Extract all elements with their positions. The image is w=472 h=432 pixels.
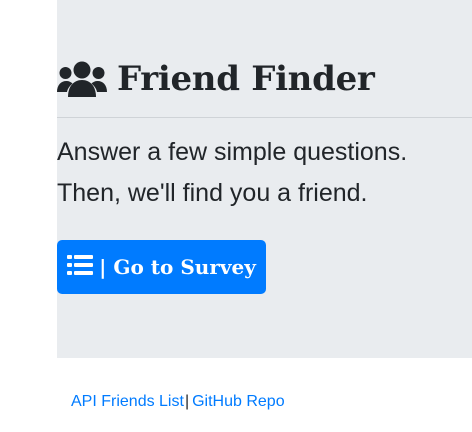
page-title: Friend Finder — [117, 59, 375, 99]
github-repo-link[interactable]: GitHub Repo — [192, 393, 285, 410]
footer-separator: | — [184, 393, 190, 410]
list-icon — [67, 254, 94, 276]
footer: API Friends List| GitHub Repo — [71, 393, 285, 411]
divider — [57, 117, 472, 118]
users-icon — [57, 60, 107, 98]
survey-button-label: | Go to Survey — [99, 255, 256, 279]
lead-line-1: Answer a few simple questions. — [57, 138, 408, 166]
lead-line-2: Then, we'll find you a friend. — [57, 179, 368, 207]
page-header: Friend Finder — [57, 56, 375, 102]
go-to-survey-button[interactable]: | Go to Survey — [57, 240, 266, 294]
api-friends-list-link[interactable]: API Friends List — [71, 393, 184, 410]
lead-text: Answer a few simple questions. Then, we'… — [57, 132, 472, 214]
